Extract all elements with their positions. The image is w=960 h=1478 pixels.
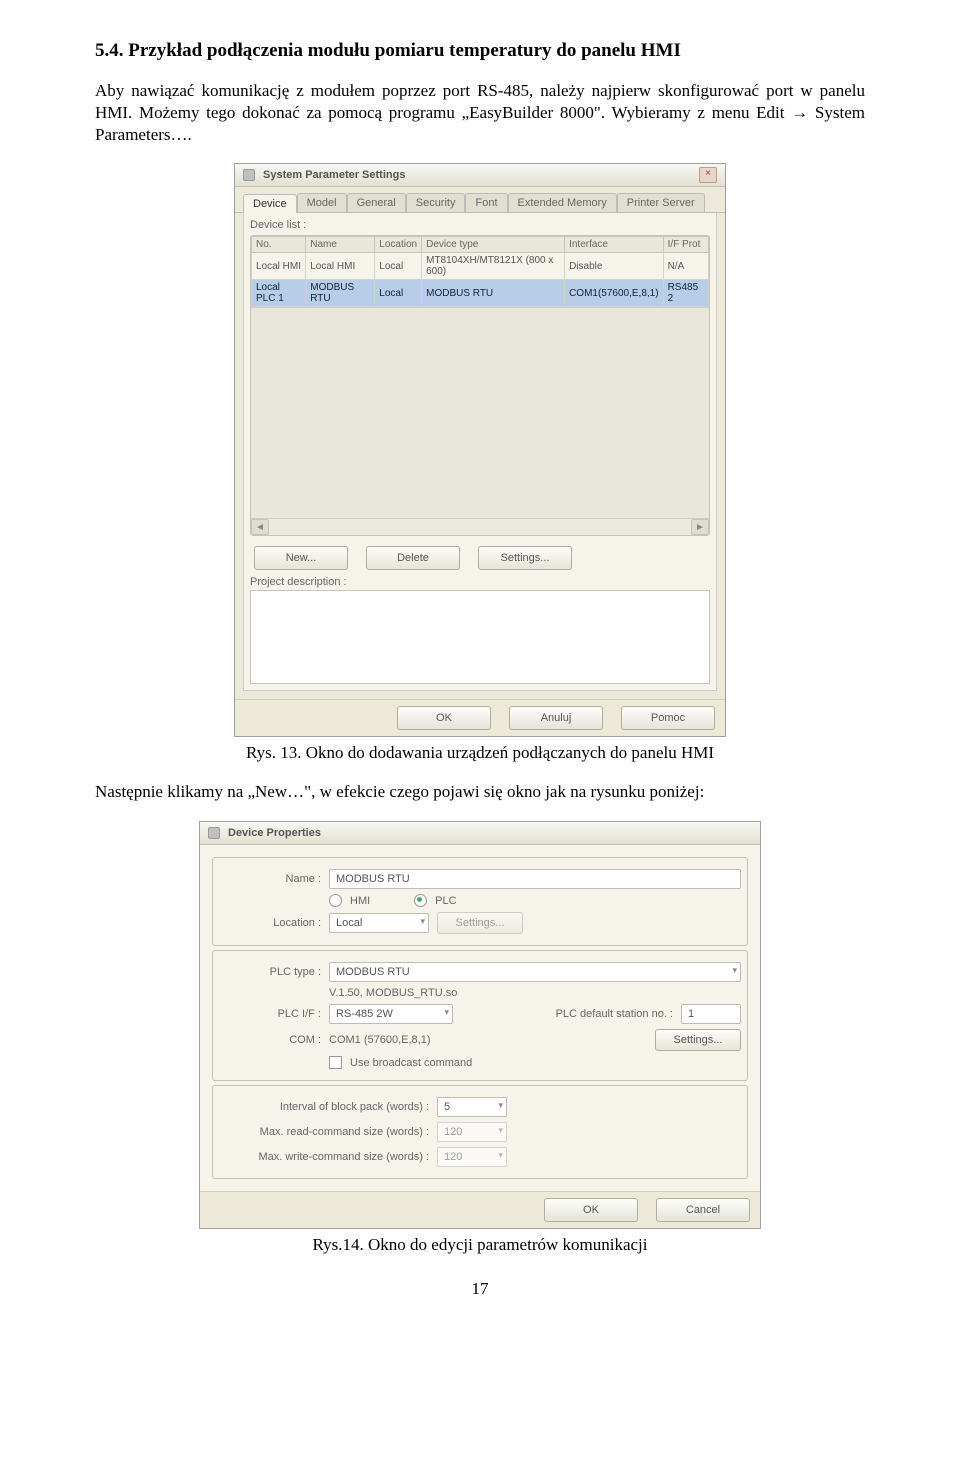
tab-security[interactable]: Security [406, 193, 466, 212]
default-station-label: PLC default station no. : [556, 1008, 673, 1020]
max-read-select: 120▾ [437, 1122, 507, 1142]
default-station-input[interactable]: 1 [681, 1004, 741, 1024]
table-row[interactable]: Local HMI Local HMI Local MT8104XH/MT812… [252, 253, 709, 280]
cancel-button[interactable]: Anuluj [509, 706, 603, 730]
ok-button[interactable]: OK [397, 706, 491, 730]
app-icon [243, 169, 255, 181]
device-list-label: Device list : [250, 219, 306, 231]
help-button[interactable]: Pomoc [621, 706, 715, 730]
figure-1: System Parameter Settings × Device Model… [95, 163, 865, 737]
dialog1-title: System Parameter Settings [263, 169, 405, 181]
com-label: COM : [219, 1034, 321, 1046]
col-interface: Interface [565, 237, 664, 253]
tab-model[interactable]: Model [297, 193, 347, 212]
scroll-right-icon[interactable]: ► [691, 519, 709, 535]
plc-radio[interactable] [414, 894, 427, 907]
location-settings-button[interactable]: Settings... [437, 912, 523, 934]
dialog2-title: Device Properties [228, 827, 321, 839]
cancel-button[interactable]: Cancel [656, 1198, 750, 1222]
device-table[interactable]: No. Name Location Device type Interface … [251, 236, 709, 307]
dialog1-titlebar: System Parameter Settings × [235, 164, 725, 187]
chevron-down-icon: ▾ [420, 916, 425, 927]
close-icon[interactable]: × [699, 167, 717, 183]
broadcast-checkbox[interactable] [329, 1056, 342, 1069]
driver-version-label: V.1.50, MODBUS_RTU.so [329, 987, 457, 999]
chevron-down-icon: ▾ [444, 1007, 449, 1018]
project-description-label: Project description : [250, 576, 347, 588]
max-write-label: Max. write-command size (words) : [219, 1151, 429, 1163]
section-heading: 5.4. Przykład podłączenia modułu pomiaru… [95, 40, 865, 62]
plc-type-label: PLC type : [219, 966, 321, 978]
col-device-type: Device type [422, 237, 565, 253]
col-no: No. [252, 237, 306, 253]
location-select[interactable]: Local▾ [329, 913, 429, 933]
new-button[interactable]: New... [254, 546, 348, 570]
table-row[interactable]: Local PLC 1 MODBUS RTU Local MODBUS RTU … [252, 280, 709, 307]
max-read-label: Max. read-command size (words) : [219, 1126, 429, 1138]
plc-if-label: PLC I/F : [219, 1008, 321, 1020]
col-name: Name [306, 237, 375, 253]
project-description-input[interactable] [250, 590, 710, 684]
com-value: COM1 (57600,E,8,1) [329, 1034, 431, 1046]
name-input[interactable]: MODBUS RTU [329, 869, 741, 889]
delete-button[interactable]: Delete [366, 546, 460, 570]
intro-paragraph: Aby nawiązać komunikację z modułem poprz… [95, 80, 865, 145]
chevron-down-icon: ▾ [732, 965, 737, 976]
com-settings-button[interactable]: Settings... [655, 1029, 741, 1051]
chevron-down-icon: ▾ [498, 1125, 503, 1136]
settings-button[interactable]: Settings... [478, 546, 572, 570]
chevron-down-icon: ▾ [498, 1150, 503, 1161]
interval-select[interactable]: 5▾ [437, 1097, 507, 1117]
ok-button[interactable]: OK [544, 1198, 638, 1222]
tab-general[interactable]: General [347, 193, 406, 212]
tab-font[interactable]: Font [465, 193, 507, 212]
max-write-select: 120▾ [437, 1147, 507, 1167]
figure-2: Device Properties Name : MODBUS RTU HMI … [95, 821, 865, 1229]
plc-radio-label: PLC [435, 895, 456, 907]
tab-device[interactable]: Device [243, 194, 297, 213]
dialog2-titlebar: Device Properties [200, 822, 760, 845]
chevron-down-icon: ▾ [498, 1100, 503, 1111]
plc-type-select[interactable]: MODBUS RTU▾ [329, 962, 741, 982]
broadcast-label: Use broadcast command [350, 1057, 472, 1069]
col-if-prot: I/F Prot [663, 237, 708, 253]
paragraph-2: Następnie klikamy na „New…", w efekcie c… [95, 781, 865, 803]
app-icon [208, 827, 220, 839]
name-label: Name : [219, 873, 321, 885]
col-location: Location [375, 237, 422, 253]
interval-label: Interval of block pack (words) : [219, 1101, 429, 1113]
figure2-caption: Rys.14. Okno do edycji parametrów komuni… [95, 1235, 865, 1255]
dialog1-tabs: Device Model General Security Font Exten… [235, 187, 725, 213]
plc-if-select[interactable]: RS-485 2W▾ [329, 1004, 453, 1024]
tab-extended-memory[interactable]: Extended Memory [508, 193, 617, 212]
figure1-caption: Rys. 13. Okno do dodawania urządzeń podł… [95, 743, 865, 763]
scroll-left-icon[interactable]: ◄ [251, 519, 269, 535]
location-label: Location : [219, 917, 321, 929]
device-list-empty-area [251, 307, 709, 519]
tab-printer-server[interactable]: Printer Server [617, 193, 705, 212]
hmi-radio-label: HMI [350, 895, 370, 907]
hmi-radio[interactable] [329, 894, 342, 907]
horizontal-scrollbar[interactable]: ◄ ► [251, 519, 709, 535]
page-number: 17 [95, 1279, 865, 1299]
